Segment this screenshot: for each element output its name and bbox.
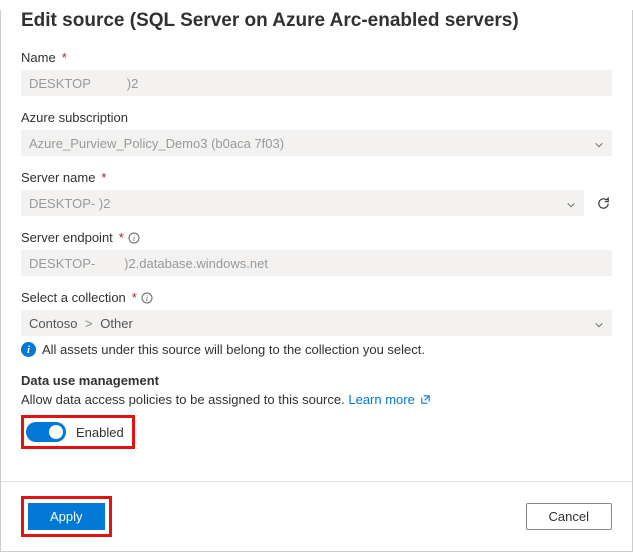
learn-more-link[interactable]: Learn more xyxy=(348,392,431,407)
server-name-select[interactable]: DESKTOP- )2 xyxy=(21,190,584,216)
svg-text:i: i xyxy=(146,294,148,303)
field-name: Name * xyxy=(21,50,612,96)
collection-label-text: Select a collection xyxy=(21,290,126,305)
server-name-value: DESKTOP- )2 xyxy=(29,196,110,211)
external-link-icon xyxy=(420,393,431,404)
info-icon[interactable]: i xyxy=(128,232,140,244)
collection-value: Contoso > Other xyxy=(29,316,133,331)
apply-highlight: Apply xyxy=(21,496,112,537)
dum-toggle-row: Enabled xyxy=(21,415,135,449)
edit-source-panel: Edit source (SQL Server on Azure Arc-ena… xyxy=(0,10,633,552)
dum-help: Allow data access policies to be assigne… xyxy=(21,392,612,407)
server-name-label-text: Server name xyxy=(21,170,95,185)
dum-heading: Data use management xyxy=(21,373,612,388)
page-title: Edit source (SQL Server on Azure Arc-ena… xyxy=(21,10,612,32)
chevron-down-icon xyxy=(566,198,576,208)
dum-help-text: Allow data access policies to be assigne… xyxy=(21,392,345,407)
name-input[interactable] xyxy=(21,70,612,96)
breadcrumb-separator: > xyxy=(85,316,93,331)
collection-info-text: All assets under this source will belong… xyxy=(42,342,425,357)
apply-button[interactable]: Apply xyxy=(28,503,105,530)
learn-more-text: Learn more xyxy=(348,392,414,407)
field-subscription: Azure subscription Azure_Purview_Policy_… xyxy=(21,110,612,156)
footer: Apply Cancel xyxy=(1,481,632,551)
info-icon[interactable]: i xyxy=(141,292,153,304)
refresh-button[interactable] xyxy=(594,194,612,212)
svg-text:i: i xyxy=(133,234,135,243)
field-server-name: Server name * DESKTOP- )2 xyxy=(21,170,612,216)
collection-info-row: i All assets under this source will belo… xyxy=(21,342,612,357)
required-marker: * xyxy=(132,290,137,305)
chevron-down-icon xyxy=(594,138,604,148)
server-endpoint-label-text: Server endpoint xyxy=(21,230,113,245)
dum-toggle-label: Enabled xyxy=(76,425,124,440)
subscription-value: Azure_Purview_Policy_Demo3 (b0aca 7f03) xyxy=(29,136,284,151)
subscription-label-text: Azure subscription xyxy=(21,110,128,125)
server-endpoint-input[interactable] xyxy=(21,250,612,276)
collection-label: Select a collection * i xyxy=(21,290,612,305)
name-label: Name * xyxy=(21,50,612,65)
collection-parent: Contoso xyxy=(29,316,77,331)
server-name-label: Server name * xyxy=(21,170,612,185)
field-collection: Select a collection * i Contoso > Other … xyxy=(21,290,612,357)
required-marker: * xyxy=(101,170,106,185)
chevron-down-icon xyxy=(594,318,604,328)
collection-child: Other xyxy=(100,316,133,331)
name-label-text: Name xyxy=(21,50,56,65)
cancel-button[interactable]: Cancel xyxy=(526,503,612,530)
subscription-select[interactable]: Azure_Purview_Policy_Demo3 (b0aca 7f03) xyxy=(21,130,612,156)
info-icon: i xyxy=(21,342,36,357)
required-marker: * xyxy=(62,50,67,65)
required-marker: * xyxy=(119,230,124,245)
field-server-endpoint: Server endpoint * i xyxy=(21,230,612,276)
subscription-label: Azure subscription xyxy=(21,110,612,125)
collection-select[interactable]: Contoso > Other xyxy=(21,310,612,336)
dum-toggle[interactable] xyxy=(26,422,66,442)
server-endpoint-label: Server endpoint * i xyxy=(21,230,612,245)
